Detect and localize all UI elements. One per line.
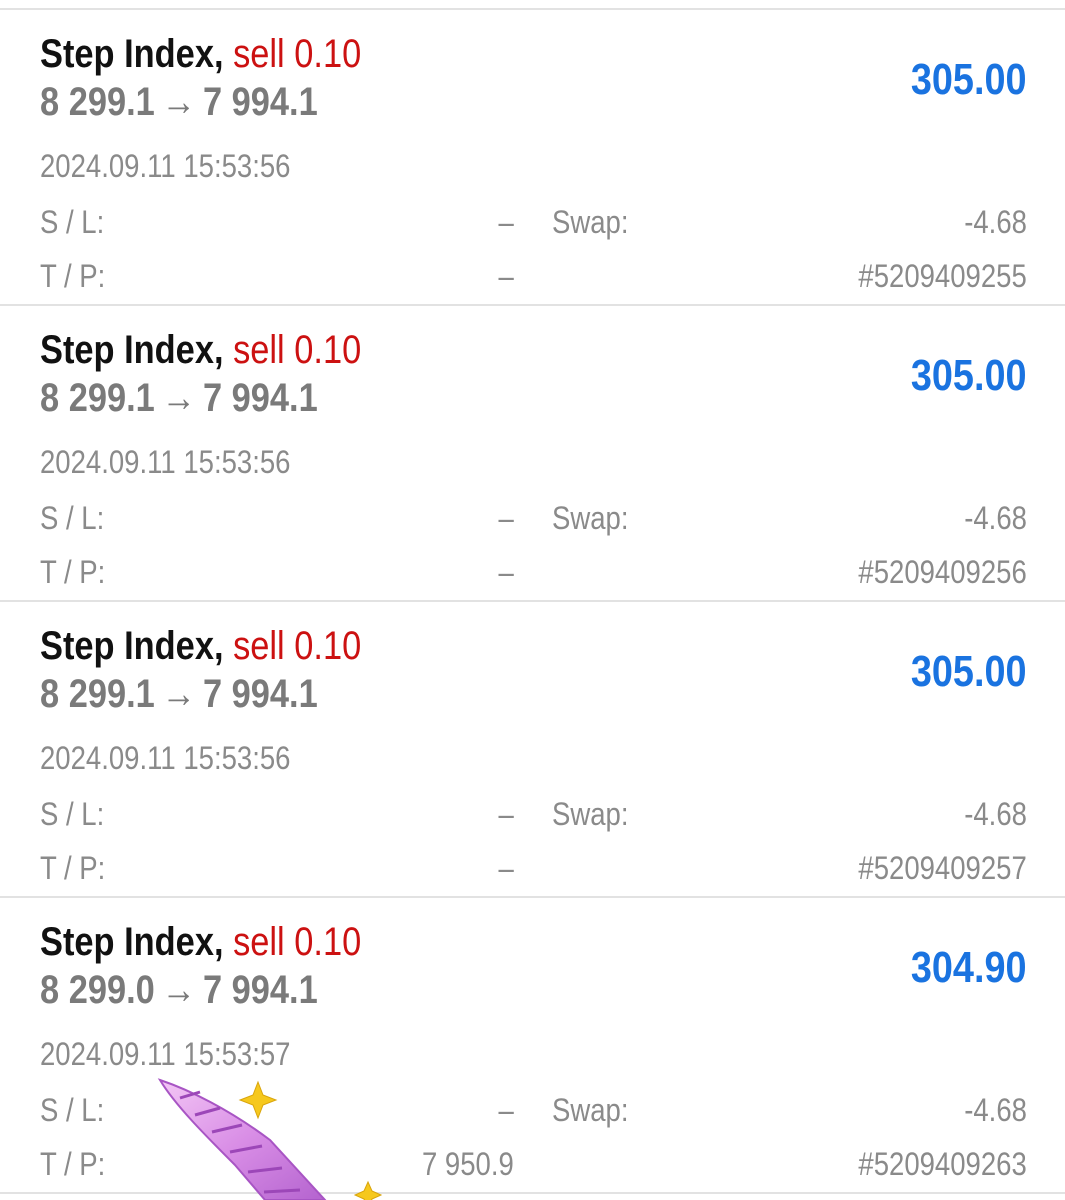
ticket-number: #5209409257 bbox=[858, 850, 1027, 886]
arrow-icon: → bbox=[161, 80, 197, 124]
sl-value: – bbox=[498, 204, 514, 240]
trade-time: 2024.09.11 15:53:57 bbox=[40, 1036, 291, 1072]
arrow-icon: → bbox=[161, 672, 197, 716]
symbol-label: Step Index, bbox=[40, 32, 224, 76]
symbol-label: Step Index, bbox=[40, 624, 224, 668]
trade-title: Step Index, sell 0.10 bbox=[40, 328, 361, 372]
sl-value: – bbox=[498, 500, 514, 536]
price-range: 8 299.1 → 7 994.1 bbox=[40, 80, 318, 124]
ticket-number: #5209409263 bbox=[858, 1146, 1027, 1182]
trade-title: Step Index, sell 0.10 bbox=[40, 32, 361, 76]
profit-value: 305.00 bbox=[911, 55, 1027, 104]
price-range: 8 299.1 → 7 994.1 bbox=[40, 376, 318, 420]
swap-value: -4.68 bbox=[964, 1092, 1027, 1128]
trade-time: 2024.09.11 15:53:56 bbox=[40, 740, 291, 776]
trade-time: 2024.09.11 15:53:56 bbox=[40, 444, 291, 480]
trade-action: sell 0.10 bbox=[233, 920, 362, 964]
trade-time: 2024.09.11 15:53:56 bbox=[40, 148, 291, 184]
close-price: 7 994.1 bbox=[202, 376, 318, 420]
symbol-label: Step Index, bbox=[40, 920, 224, 964]
open-price: 8 299.0 bbox=[40, 968, 155, 1012]
trade-action: sell 0.10 bbox=[233, 328, 362, 372]
trade-row[interactable]: Step Index, sell 0.10 8 299.1 → 7 994.1 30… bbox=[0, 306, 1065, 602]
close-price: 7 994.1 bbox=[202, 80, 318, 124]
sl-label: S / L: bbox=[40, 204, 105, 240]
sl-value: – bbox=[498, 1092, 514, 1128]
arrow-icon: → bbox=[161, 376, 197, 420]
tp-value: – bbox=[498, 258, 514, 294]
tp-label: T / P: bbox=[40, 1146, 106, 1182]
close-price: 7 994.1 bbox=[202, 968, 318, 1012]
ticket-number: #5209409255 bbox=[858, 258, 1027, 294]
price-range: 8 299.0 → 7 994.1 bbox=[40, 968, 318, 1012]
trade-title: Step Index, sell 0.10 bbox=[40, 920, 361, 964]
close-price: 7 994.1 bbox=[202, 672, 318, 716]
profit-value: 304.90 bbox=[911, 943, 1027, 992]
symbol-label: Step Index, bbox=[40, 328, 224, 372]
tp-label: T / P: bbox=[40, 554, 106, 590]
trade-action: sell 0.10 bbox=[233, 32, 362, 76]
trade-row[interactable]: Step Index, sell 0.10 8 299.1 → 7 994.1 30… bbox=[0, 602, 1065, 898]
swap-value: -4.68 bbox=[964, 500, 1027, 536]
swap-label: Swap: bbox=[552, 1092, 629, 1128]
price-range: 8 299.1 → 7 994.1 bbox=[40, 672, 318, 716]
swap-value: -4.68 bbox=[964, 204, 1027, 240]
sl-label: S / L: bbox=[40, 796, 105, 832]
tp-value: – bbox=[498, 554, 514, 590]
open-price: 8 299.1 bbox=[40, 80, 155, 124]
profit-value: 305.00 bbox=[911, 351, 1027, 400]
trade-action: sell 0.10 bbox=[233, 624, 362, 668]
trade-row[interactable]: Step Index, sell 0.10 8 299.0 → 7 994.1 30… bbox=[0, 898, 1065, 1194]
swap-label: Swap: bbox=[552, 500, 629, 536]
tp-value: 7 950.9 bbox=[422, 1146, 514, 1182]
open-price: 8 299.1 bbox=[40, 672, 155, 716]
tp-label: T / P: bbox=[40, 850, 106, 886]
sl-value: – bbox=[498, 796, 514, 832]
sl-label: S / L: bbox=[40, 1092, 105, 1128]
trade-title: Step Index, sell 0.10 bbox=[40, 624, 361, 668]
swap-value: -4.68 bbox=[964, 796, 1027, 832]
top-divider bbox=[0, 0, 1065, 10]
tp-value: – bbox=[498, 850, 514, 886]
open-price: 8 299.1 bbox=[40, 376, 155, 420]
swap-label: Swap: bbox=[552, 204, 629, 240]
trade-row[interactable]: Step Index, sell 0.10 8 299.1 → 7 994.1 30… bbox=[0, 10, 1065, 306]
ticket-number: #5209409256 bbox=[858, 554, 1027, 590]
tp-label: T / P: bbox=[40, 258, 106, 294]
sl-label: S / L: bbox=[40, 500, 105, 536]
profit-value: 305.00 bbox=[911, 647, 1027, 696]
swap-label: Swap: bbox=[552, 796, 629, 832]
arrow-icon: → bbox=[161, 968, 197, 1012]
